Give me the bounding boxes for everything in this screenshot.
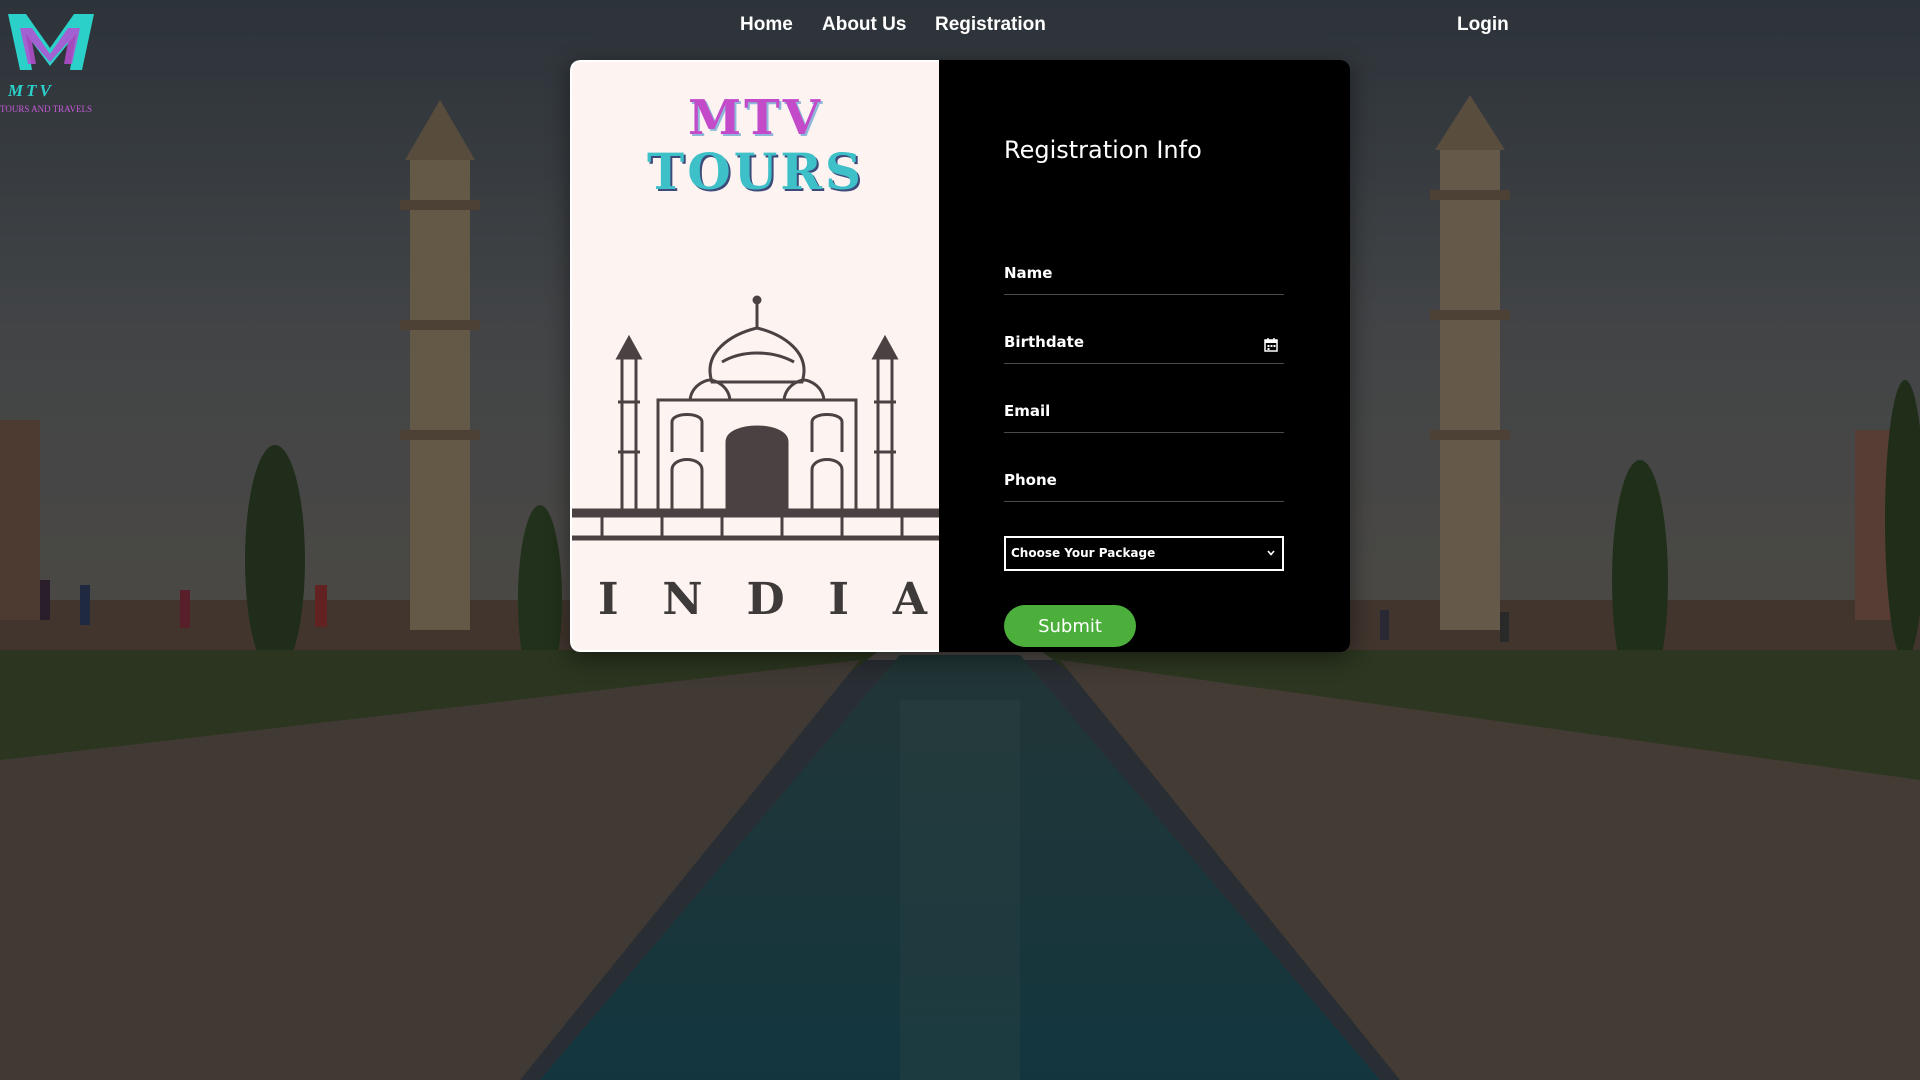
phone-input[interactable] — [1004, 462, 1284, 501]
logo-text-tagline: TOURS AND TRAVELS — [0, 104, 93, 114]
nav-registration-link[interactable]: Registration — [935, 14, 1046, 36]
top-nav: Home About Us Registration Login — [0, 14, 1920, 42]
registration-card: MTV TOURS I N D I A Registration Info Na… — [570, 60, 1350, 652]
birthdate-field-wrapper — [1004, 324, 1284, 364]
email-field-wrapper — [1004, 393, 1284, 433]
brand-title-tours: TOURS — [646, 142, 865, 201]
country-letter: I — [598, 574, 619, 625]
email-input[interactable] — [1004, 393, 1284, 432]
name-field-wrapper — [1004, 255, 1284, 295]
calendar-icon[interactable] — [1264, 337, 1278, 352]
country-letter: N — [662, 574, 703, 625]
birthdate-input[interactable] — [1004, 324, 1284, 363]
country-letter: A — [892, 574, 927, 625]
form-panel: Registration Info Choose Your — [939, 60, 1350, 652]
nav-login-link[interactable]: Login — [1457, 14, 1509, 36]
country-letter: D — [746, 574, 785, 625]
submit-button[interactable]: Submit — [1004, 605, 1136, 647]
form-title: Registration Info — [1004, 136, 1202, 164]
country-label: I N D I A — [572, 574, 939, 625]
nav-about-link[interactable]: About Us — [822, 14, 906, 36]
name-input[interactable] — [1004, 255, 1284, 294]
package-select[interactable]: Choose Your Package — [1004, 536, 1284, 571]
nav-home-link[interactable]: Home — [740, 14, 793, 36]
country-letter: I — [828, 574, 849, 625]
package-select-value: Choose Your Package — [1011, 546, 1156, 560]
brand-title-mtv: MTV — [687, 90, 824, 146]
promo-panel: MTV TOURS I N D I A — [570, 60, 939, 652]
chevron-down-icon — [1267, 550, 1275, 556]
phone-field-wrapper — [1004, 462, 1284, 502]
logo-text-mtv: MTV — [8, 81, 54, 100]
taj-mahal-sketch-icon — [572, 295, 939, 541]
